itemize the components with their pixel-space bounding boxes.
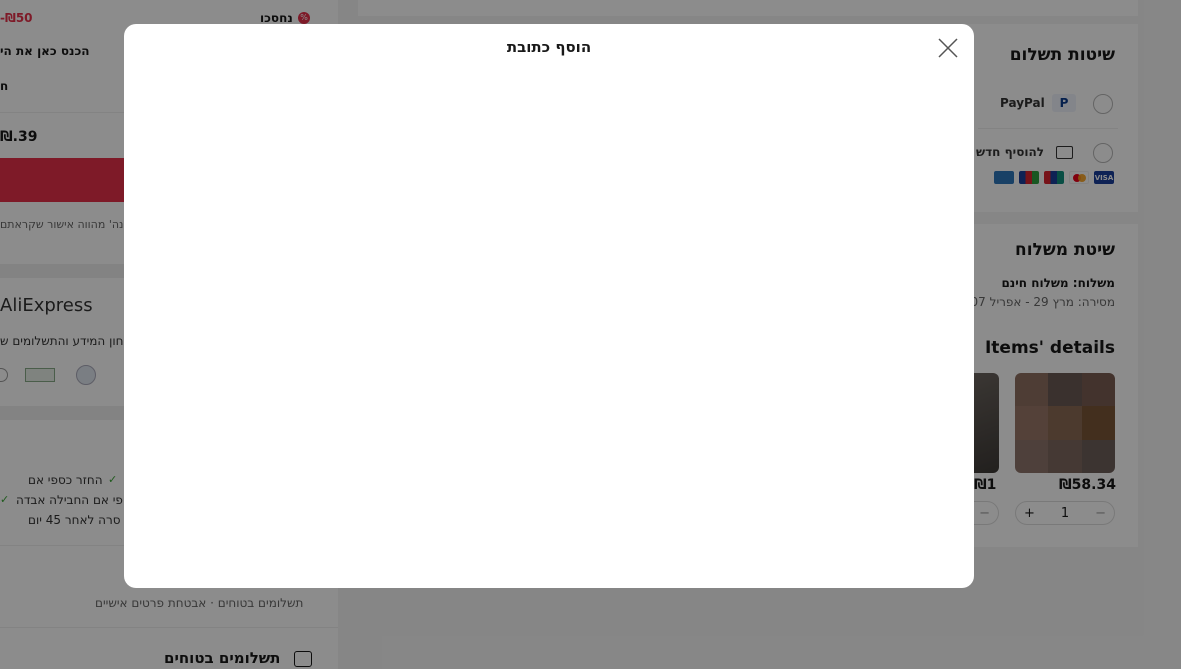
modal-title: הוסף כתובת (506, 38, 592, 56)
add-address-modal: הוסף כתובת (124, 24, 974, 588)
close-icon[interactable] (936, 36, 960, 60)
